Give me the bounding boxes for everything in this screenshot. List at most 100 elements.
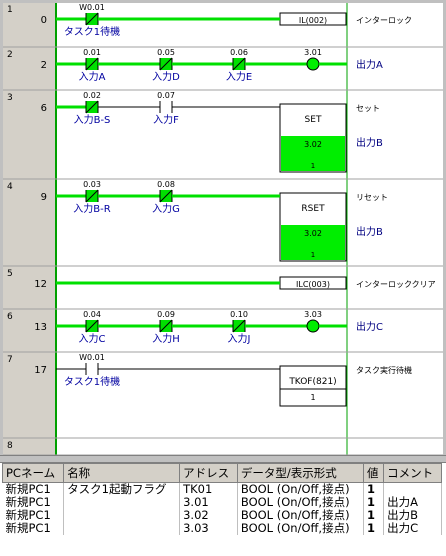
- instruction-value: 1: [311, 162, 315, 170]
- instruction-box-set[interactable]: SET 3.02 1: [279, 103, 347, 173]
- watch-cell: タスク1起動フラグ: [63, 482, 181, 496]
- contact-label: 入力F: [153, 113, 179, 126]
- contact-address: W0.01: [79, 353, 105, 362]
- watch-cell: 3.03: [179, 522, 238, 535]
- rung-number: 2: [7, 50, 13, 60]
- watch-window: PCネーム 名称 アドレス データ型/表示形式値コメント 新規PC1 タスク1起動フラグ…: [0, 455, 446, 556]
- watch-row[interactable]: 新規PC1 タスク1起動フラグ TK01 BOOL (On/Off,接点) 1: [2, 482, 442, 496]
- instruction-name: TKOF(821): [288, 377, 336, 387]
- column-header[interactable]: PCネーム: [1, 463, 65, 483]
- contact-label: 入力H: [152, 332, 180, 345]
- instruction-operand: 3.02: [304, 140, 322, 149]
- watch-row[interactable]: 新規PC1 3.01 BOOL (On/Off,接点) 1 出力A: [2, 496, 442, 509]
- rung-comment-secondary: 出力B: [356, 136, 383, 149]
- contact-address: 0.07: [157, 91, 175, 100]
- column-header[interactable]: 名称: [63, 463, 181, 483]
- step-number: 9: [41, 192, 47, 203]
- rung-number: 5: [7, 269, 13, 279]
- contact-address: 0.02: [83, 91, 101, 100]
- watch-window-splitter[interactable]: [0, 456, 446, 463]
- instruction-value: 1: [310, 393, 315, 402]
- contact-label: 入力A: [79, 70, 106, 83]
- step-number: 0: [41, 15, 47, 26]
- watch-table-header: PCネーム 名称 アドレス データ型/表示形式値コメント: [1, 463, 442, 483]
- instruction-box-ilc[interactable]: ILC(003): [279, 276, 347, 290]
- contact-label: タスク1待機: [64, 25, 120, 38]
- instruction-box-rset[interactable]: RSET 3.02 1: [279, 192, 347, 262]
- ladder-editor-window: 1 0 W0.01 タスク1待機 IL(002) インターロック 2 2 0.01 入力A 0.05…: [0, 0, 446, 556]
- contact-label: 入力D: [152, 70, 180, 83]
- contact-label: 入力G: [152, 202, 180, 215]
- rung-number: 1: [7, 5, 13, 15]
- coil-symbol: [306, 319, 320, 333]
- rung-comment-secondary: 出力B: [356, 225, 383, 238]
- step-number: 2: [41, 60, 47, 71]
- rung-comment: インターロッククリア: [356, 280, 436, 289]
- contact-label: 入力J: [228, 332, 251, 345]
- watch-cell: 1: [363, 522, 385, 535]
- rung-gutter: [3, 3, 56, 455]
- rung-number: 3: [7, 93, 13, 103]
- ladder-diagram[interactable]: 1 0 W0.01 タスク1待機 IL(002) インターロック 2 2 0.01 入力A 0.05…: [0, 0, 446, 456]
- watch-cell: BOOL (On/Off,接点): [237, 522, 365, 535]
- step-number: 17: [34, 365, 47, 376]
- watch-cell: [63, 496, 181, 509]
- contact-label: 入力B-R: [73, 202, 110, 215]
- step-number: 13: [34, 322, 47, 333]
- watch-cell: [63, 509, 181, 522]
- rung-comment: セット: [356, 104, 380, 113]
- instruction-value: 1: [311, 251, 315, 259]
- rung-comment: リセット: [356, 193, 388, 202]
- contact-address: 0.03: [83, 180, 101, 189]
- step-number: 12: [34, 279, 47, 290]
- contact-address: 0.01: [83, 48, 101, 57]
- step-number: 6: [41, 103, 47, 114]
- contact-address: W0.01: [79, 3, 105, 12]
- contact-label: タスク1待機: [64, 375, 120, 388]
- watch-cell: 1: [363, 482, 385, 496]
- contact-label: 入力C: [79, 332, 106, 345]
- watch-cell: [63, 522, 181, 535]
- coil-address: 3.03: [304, 310, 322, 319]
- coil-symbol: [306, 57, 320, 71]
- rung-number: 7: [7, 355, 13, 365]
- watch-row[interactable]: 新規PC1 3.03 BOOL (On/Off,接点) 1 出力C: [2, 522, 442, 535]
- column-header[interactable]: データ型/表示形式: [236, 463, 365, 483]
- instruction-name: IL(002): [299, 16, 327, 25]
- instruction-box-il[interactable]: IL(002): [279, 12, 347, 26]
- rung-number: 4: [7, 182, 13, 192]
- contact-address: 0.06: [230, 48, 248, 57]
- contact-label: 入力B-S: [74, 113, 111, 126]
- contact-address: 0.10: [230, 310, 248, 319]
- contact-address: 0.04: [83, 310, 101, 319]
- rung-number: 6: [7, 312, 13, 322]
- watch-cell: 新規PC1: [2, 522, 65, 535]
- column-header[interactable]: コメント: [383, 463, 442, 483]
- contact-address: 0.08: [157, 180, 175, 189]
- instruction-name: RSET: [301, 204, 325, 214]
- watch-table-body: 新規PC1 タスク1起動フラグ TK01 BOOL (On/Off,接点) 1 新規PC1…: [2, 482, 442, 535]
- instruction-box-tkof[interactable]: TKOF(821) 1: [279, 365, 347, 407]
- rung-comment: タスク実行待機: [356, 365, 412, 375]
- watch-cell: BOOL (On/Off,接点): [237, 482, 365, 496]
- instruction-name: SET: [305, 115, 322, 125]
- contact-address: 0.05: [157, 48, 175, 57]
- rung-number: 8: [7, 441, 13, 451]
- rung-comment: 出力C: [356, 320, 383, 333]
- column-header[interactable]: アドレス: [179, 463, 238, 483]
- watch-cell: [383, 482, 442, 496]
- instruction-operand: 3.02: [304, 229, 322, 238]
- watch-cell: TK01: [179, 482, 238, 496]
- contact-address: 0.09: [157, 310, 175, 319]
- ladder-canvas[interactable]: 1 0 W0.01 タスク1待機 IL(002) インターロック 2 2 0.01 入力A 0.05…: [0, 0, 446, 456]
- watch-cell: 出力C: [383, 522, 442, 535]
- watch-table: PCネーム 名称 アドレス データ型/表示形式値コメント 新規PC1 タスク1起動フラグ…: [1, 463, 442, 535]
- rung-comment: インターロック: [356, 16, 412, 25]
- watch-cell: 新規PC1: [2, 482, 65, 496]
- coil-address: 3.01: [304, 48, 322, 57]
- watch-row[interactable]: 新規PC1 3.02 BOOL (On/Off,接点) 1 出力B: [2, 509, 442, 522]
- rung-comment: 出力A: [356, 58, 383, 71]
- contact-label: 入力E: [226, 70, 252, 83]
- instruction-name: ILC(003): [296, 280, 330, 289]
- column-header[interactable]: 値: [362, 463, 385, 483]
